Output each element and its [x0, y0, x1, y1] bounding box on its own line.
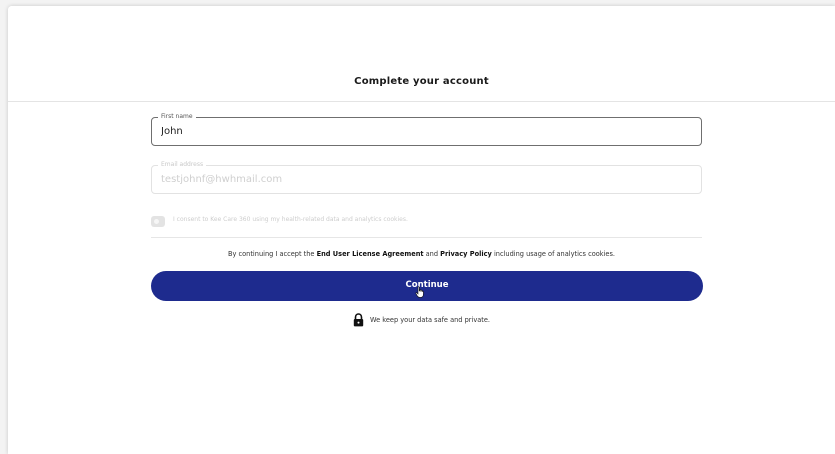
consent-text: I consent to Kee Care 360 using my healt… [173, 216, 408, 223]
lock-icon [353, 313, 364, 327]
legal-and: and [423, 250, 441, 258]
legal-prefix: By continuing I accept the [227, 250, 317, 258]
email-input [161, 171, 681, 187]
email-label: Email address [158, 160, 207, 170]
legal-text: By continuing I accept the End User Lice… [8, 250, 835, 258]
divider [151, 237, 702, 238]
privacy-policy-link[interactable]: Privacy Policy [440, 250, 492, 258]
first-name-input[interactable] [161, 123, 681, 139]
page-title: Complete your account [354, 76, 489, 87]
continue-label: Continue [405, 280, 449, 290]
security-note: We keep your data safe and private. [8, 313, 835, 329]
email-field: Email address [151, 160, 702, 194]
security-note-text: We keep your data safe and private. [370, 316, 490, 324]
page-header: Complete your account [8, 6, 835, 102]
first-name-field[interactable]: First name [151, 112, 702, 146]
hand-cursor-icon [415, 286, 424, 298]
first-name-label: First name [158, 112, 196, 122]
consent-toggle[interactable] [151, 216, 165, 227]
consent-row: I consent to Kee Care 360 using my healt… [151, 215, 702, 229]
app-window: Complete your account First name Email a… [8, 6, 835, 454]
eula-link[interactable]: End User License Agreement [317, 250, 424, 258]
legal-suffix: including usage of analytics cookies. [491, 250, 616, 258]
continue-button[interactable]: Continue [151, 271, 703, 301]
